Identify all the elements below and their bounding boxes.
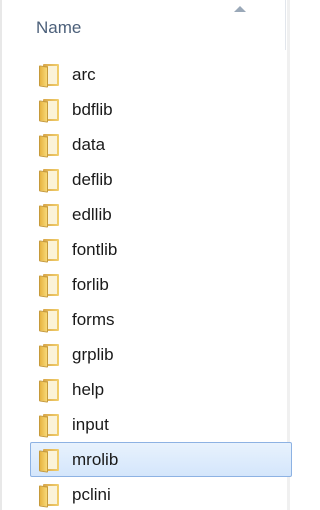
list-item-selected[interactable]: mrolib: [30, 442, 292, 477]
list-item-label: fontlib: [72, 239, 118, 259]
list-item[interactable]: arc: [30, 57, 292, 92]
list-item[interactable]: help: [30, 372, 292, 407]
list-item[interactable]: edllib: [30, 197, 292, 232]
list-item-label: grplib: [72, 344, 114, 364]
folder-list: arc bdflib data deflib edllib fontlib fo…: [2, 57, 292, 510]
list-item-label: arc: [72, 64, 96, 84]
list-item[interactable]: deflib: [30, 162, 292, 197]
list-item-label: mrolib: [72, 449, 119, 469]
folder-icon: [39, 413, 61, 438]
list-item[interactable]: forms: [30, 302, 292, 337]
list-item[interactable]: grplib: [30, 337, 292, 372]
list-item-label: help: [72, 379, 105, 399]
folder-icon: [39, 98, 61, 123]
list-item-label: edllib: [72, 204, 112, 224]
name-column-label: Name: [36, 18, 82, 37]
list-item[interactable]: fontlib: [30, 232, 292, 267]
sort-ascending-icon: [234, 6, 246, 12]
list-item[interactable]: pclini: [30, 477, 292, 510]
folder-icon: [39, 448, 61, 473]
folder-icon: [39, 238, 61, 263]
list-item-label: forms: [72, 309, 115, 329]
list-item-label: forlib: [72, 274, 109, 294]
folder-icon: [39, 378, 61, 403]
folder-icon: [39, 168, 61, 193]
list-item-label: input: [72, 414, 109, 434]
folder-icon: [39, 308, 61, 333]
folder-icon: [39, 483, 61, 508]
list-item[interactable]: data: [30, 127, 292, 162]
list-item-label: pclini: [72, 484, 111, 504]
folder-icon: [39, 203, 61, 228]
list-item[interactable]: input: [30, 407, 292, 442]
list-item-label: bdflib: [72, 99, 113, 119]
folder-icon: [39, 133, 61, 158]
folder-icon: [39, 63, 61, 88]
column-divider[interactable]: [285, 0, 286, 50]
folder-icon: [39, 273, 61, 298]
file-list-pane: Name arc bdflib data deflib edllib fontl…: [0, 0, 292, 510]
name-column-header[interactable]: Name: [2, 0, 287, 50]
folder-icon: [39, 343, 61, 368]
list-item[interactable]: bdflib: [30, 92, 292, 127]
list-item-label: deflib: [72, 169, 113, 189]
list-item[interactable]: forlib: [30, 267, 292, 302]
list-item-label: data: [72, 134, 106, 154]
